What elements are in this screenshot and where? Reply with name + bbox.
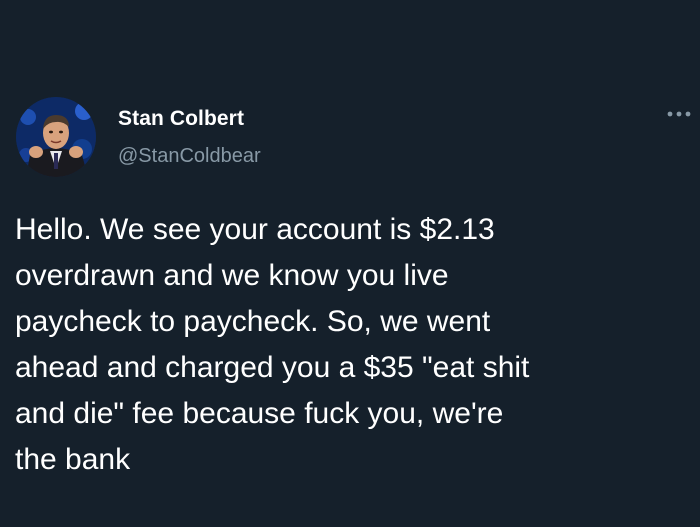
tweet-text-line: overdrawn and we know you live <box>15 259 449 292</box>
tweet-text-line: ahead and charged you a $35 "eat shit <box>15 351 530 384</box>
more-options-icon[interactable] <box>664 104 694 124</box>
tweet-text-line: and die" fee because fuck you, we're <box>15 397 504 430</box>
tweet-card: Stan Colbert @StanColdbear Hello. We see… <box>0 0 700 527</box>
author-handle[interactable]: @StanColdbear <box>118 145 261 168</box>
author-avatar[interactable] <box>16 97 96 177</box>
author-display-name[interactable]: Stan Colbert <box>118 107 244 131</box>
avatar-photo-icon <box>16 97 96 177</box>
tweet-text-line: the bank <box>15 443 131 476</box>
tweet-text-line: paycheck to paycheck. So, we went <box>15 305 491 338</box>
tweet-text: Hello. We see your account is $2.13 over… <box>15 207 695 483</box>
tweet-text-line: Hello. We see your account is $2.13 <box>15 213 495 246</box>
